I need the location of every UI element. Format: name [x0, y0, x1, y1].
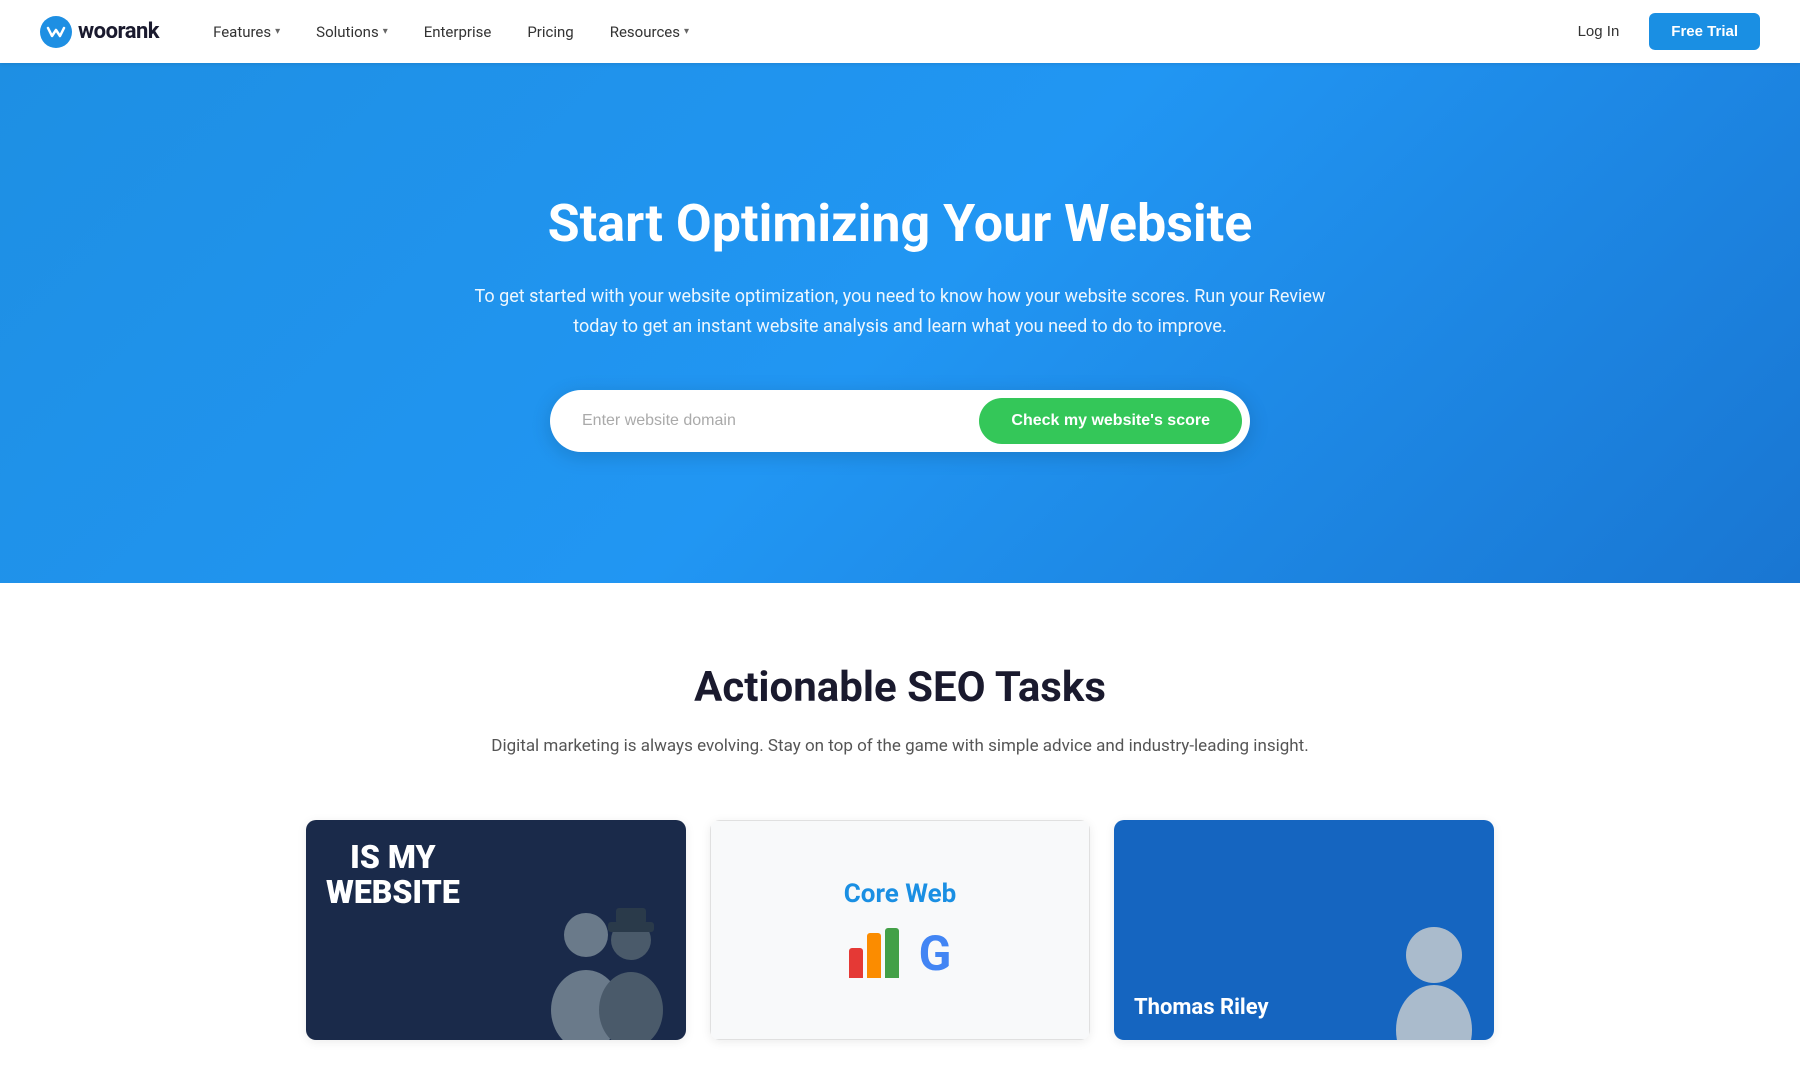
card-right-content: Thomas Riley	[1114, 820, 1494, 1040]
nav-item-pricing[interactable]: Pricing	[513, 15, 587, 49]
seo-section-subtitle: Digital marketing is always evolving. St…	[470, 732, 1330, 760]
nav-item-resources[interactable]: Resources ▾	[596, 15, 703, 49]
card-image-left: IS MYWEBSITE	[306, 820, 686, 1040]
chevron-down-icon: ▾	[383, 26, 388, 37]
card-thomas-riley[interactable]: Thomas Riley	[1114, 820, 1494, 1040]
card-person-name: Thomas Riley	[1134, 995, 1269, 1020]
nav-item-features[interactable]: Features ▾	[199, 15, 294, 49]
chevron-down-icon: ▾	[275, 26, 280, 37]
nav-actions: Log In Free Trial	[1564, 13, 1760, 50]
bar-chart-mini	[849, 928, 899, 978]
hero-title: Start Optimizing Your Website	[548, 194, 1253, 254]
cards-row: IS MYWEBSITE	[40, 820, 1760, 1040]
card-middle-content: Core Web G	[711, 821, 1089, 1039]
bar-red	[849, 948, 863, 978]
hero-subtitle: To get started with your website optimiz…	[470, 282, 1330, 341]
search-bar: Check my website's score	[550, 390, 1250, 452]
card-left-title: IS MYWEBSITE	[326, 840, 460, 910]
nav-solutions-label: Solutions	[316, 23, 379, 41]
card-people-image	[526, 880, 686, 1040]
card-image-middle: Core Web G	[710, 820, 1090, 1040]
chevron-down-icon: ▾	[684, 26, 689, 37]
free-trial-button[interactable]: Free Trial	[1649, 13, 1760, 50]
core-web-title: Core Web	[844, 879, 957, 909]
nav-features-label: Features	[213, 23, 271, 41]
navbar: woorank Features ▾ Solutions ▾ Enterpris…	[0, 0, 1800, 63]
nav-pricing-label: Pricing	[527, 23, 573, 41]
search-input[interactable]	[582, 412, 979, 430]
nav-enterprise-label: Enterprise	[424, 23, 492, 41]
card-core-web[interactable]: Core Web G	[710, 820, 1090, 1040]
seo-section: Actionable SEO Tasks Digital marketing i…	[0, 583, 1800, 1080]
nav-item-enterprise[interactable]: Enterprise	[410, 15, 506, 49]
bar-green	[885, 928, 899, 978]
check-score-button[interactable]: Check my website's score	[979, 398, 1242, 444]
seo-section-title: Actionable SEO Tasks	[40, 663, 1760, 712]
card-image-right: Thomas Riley	[1114, 820, 1494, 1040]
bar-orange	[867, 933, 881, 978]
card-is-my-website[interactable]: IS MYWEBSITE	[306, 820, 686, 1040]
logo-link[interactable]: woorank	[40, 16, 159, 48]
nav-item-solutions[interactable]: Solutions ▾	[302, 15, 402, 49]
nav-links: Features ▾ Solutions ▾ Enterprise Pricin…	[199, 15, 1564, 49]
nav-resources-label: Resources	[610, 23, 680, 41]
hero-section: Start Optimizing Your Website To get sta…	[0, 63, 1800, 583]
google-icon: G	[919, 925, 952, 982]
logo-text: woorank	[78, 19, 159, 44]
woorank-logo-icon	[40, 16, 72, 48]
login-button[interactable]: Log In	[1564, 15, 1634, 48]
